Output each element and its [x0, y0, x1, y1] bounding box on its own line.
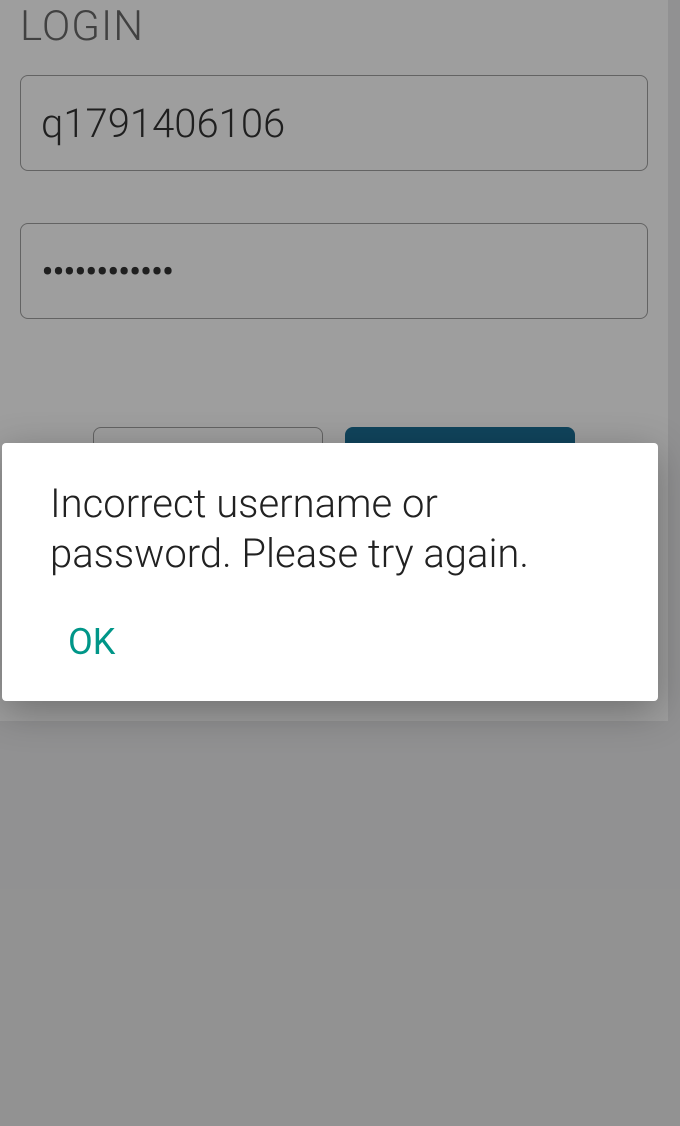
- dialog-message: Incorrect username or password. Please t…: [50, 479, 610, 579]
- error-dialog: Incorrect username or password. Please t…: [2, 443, 658, 701]
- dialog-ok-button[interactable]: OK: [50, 613, 133, 671]
